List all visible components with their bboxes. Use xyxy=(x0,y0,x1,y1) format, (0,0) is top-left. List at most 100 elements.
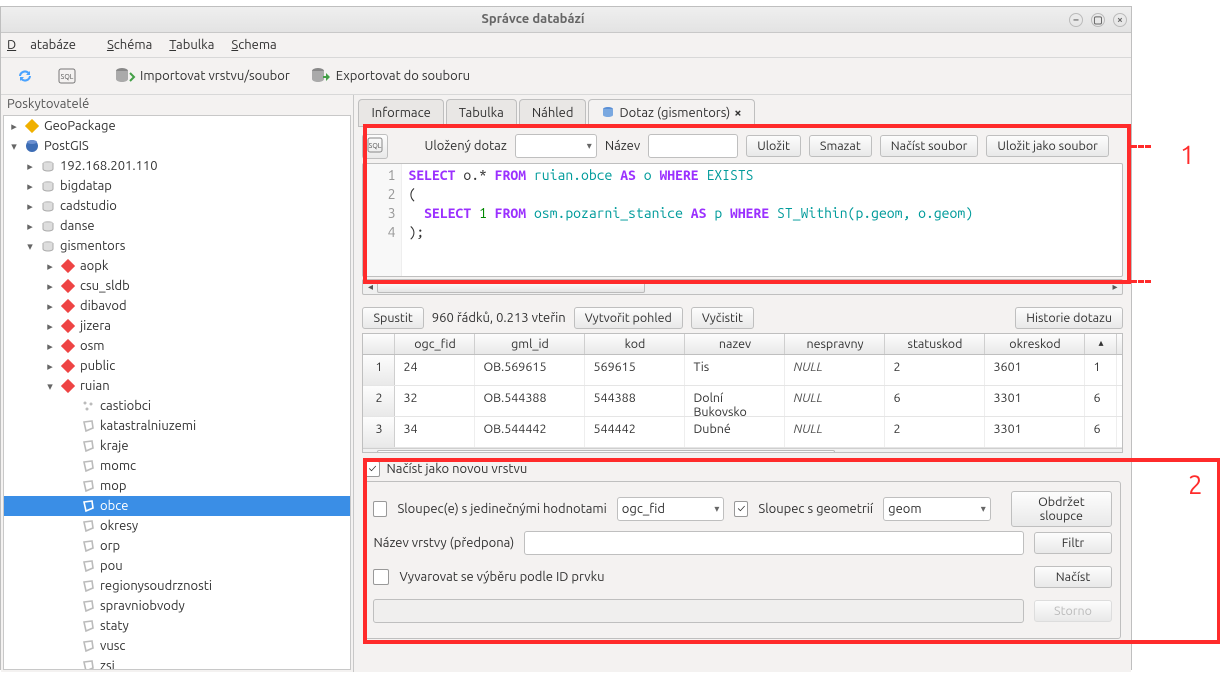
run-bar: Spustit 960 řádků, 0.213 vteřin Vytvořit… xyxy=(362,307,1123,329)
polygon-layer-icon xyxy=(80,458,96,474)
tree-schema-csu[interactable]: csu_sldb xyxy=(80,279,130,293)
menubar: Databáze Schéma Tabulka Schema xyxy=(1,33,1131,58)
tree-table-castiobci[interactable]: castiobci xyxy=(4,396,350,416)
execute-button[interactable]: Spustit xyxy=(362,307,423,329)
callout-label-1: 1 xyxy=(1180,140,1195,169)
history-button[interactable]: Historie dotazu xyxy=(1015,307,1123,329)
scroll-up-icon[interactable]: ▴ xyxy=(1085,334,1117,354)
callout-box-2 xyxy=(363,458,1220,644)
polygon-layer-icon xyxy=(80,498,96,514)
db-import-icon xyxy=(114,65,136,87)
grid-hscroll[interactable]: ◂▸ xyxy=(363,448,1122,453)
menu-database[interactable]: Databáze xyxy=(7,38,90,52)
tab-query[interactable]: Dotaz (gismentors) × xyxy=(588,99,754,126)
tree-table-vusc[interactable]: vusc xyxy=(4,636,350,656)
table-row[interactable]: 232OB.544388544388Dolní BukovskoNULL6330… xyxy=(363,386,1122,417)
polygon-layer-icon xyxy=(80,618,96,634)
grid-header: ogc_fid gml_id kod nazev nespravny statu… xyxy=(363,334,1122,355)
table-row[interactable]: 124OB.569615569615TisNULL236011 xyxy=(363,355,1122,386)
menu-schema2[interactable]: Schema xyxy=(231,38,276,52)
tree-table-katastralniuzemi[interactable]: katastralniuzemi xyxy=(4,416,350,436)
minimize-icon[interactable]: – xyxy=(1069,13,1083,27)
expand-icon[interactable]: ▾ xyxy=(8,140,20,153)
col-nespravny[interactable]: nespravny xyxy=(785,334,885,354)
db-icon xyxy=(40,178,56,194)
tree-schema-dibavod[interactable]: dibavod xyxy=(80,299,127,313)
tree-table-orp[interactable]: orp xyxy=(4,536,350,556)
col-nazev[interactable]: nazev xyxy=(685,334,785,354)
col-gml_id[interactable]: gml_id xyxy=(475,334,585,354)
col-ogc_fid[interactable]: ogc_fid xyxy=(395,334,475,354)
maximize-icon[interactable]: ▢ xyxy=(1091,13,1105,27)
refresh-icon xyxy=(14,65,36,87)
table-row[interactable]: 334OB.544442544442DubnéNULL233016 xyxy=(363,417,1122,448)
tree-host-danse[interactable]: danse xyxy=(60,219,95,233)
polygon-layer-icon xyxy=(80,658,96,670)
refresh-button[interactable] xyxy=(9,62,41,90)
tab-info[interactable]: Informace xyxy=(358,99,443,126)
polygon-layer-icon xyxy=(80,538,96,554)
polygon-layer-icon xyxy=(80,638,96,654)
polygon-layer-icon xyxy=(80,418,96,434)
tree-table-okresy[interactable]: okresy xyxy=(4,516,350,536)
tree-host-ip[interactable]: 192.168.201.110 xyxy=(60,159,158,173)
tree-table-momc[interactable]: momc xyxy=(4,456,350,476)
polygon-layer-icon xyxy=(80,478,96,494)
svg-text:SQL: SQL xyxy=(61,73,74,81)
sql-window-button[interactable]: SQL xyxy=(51,62,83,90)
tab-close-icon[interactable]: × xyxy=(734,106,741,120)
tree-table-regionysoudrznosti[interactable]: regionysoudrznosti xyxy=(4,576,350,596)
col-statuskod[interactable]: statuskod xyxy=(885,334,985,354)
tree-schema-osm[interactable]: osm xyxy=(80,339,104,353)
col-okreskod[interactable]: okreskod xyxy=(985,334,1085,354)
tree-table-staty[interactable]: staty xyxy=(4,616,350,636)
result-grid[interactable]: ogc_fid gml_id kod nazev nespravny statu… xyxy=(362,333,1123,453)
schema-icon xyxy=(60,338,76,354)
schema-icon xyxy=(60,358,76,374)
tree-table-mop[interactable]: mop xyxy=(4,476,350,496)
polygon-layer-icon xyxy=(80,558,96,574)
import-button[interactable]: Importovat vrstvu/soubor xyxy=(109,62,295,90)
sql-icon: SQL xyxy=(56,65,78,87)
col-kod[interactable]: kod xyxy=(585,334,685,354)
export-button[interactable]: Exportovat do souboru xyxy=(305,62,475,90)
db-icon xyxy=(40,158,56,174)
tree-host-gismentors[interactable]: gismentors xyxy=(60,239,125,253)
polygon-layer-icon xyxy=(80,438,96,454)
polygon-layer-icon xyxy=(80,518,96,534)
tree-table-spravniobvody[interactable]: spravniobvody xyxy=(4,596,350,616)
tree-geopackage[interactable]: GeoPackage xyxy=(44,119,116,133)
schema-icon xyxy=(60,278,76,294)
tree-table-obce[interactable]: obce xyxy=(4,496,350,516)
tree-schema-public[interactable]: public xyxy=(80,359,115,373)
tree-table-pou[interactable]: pou xyxy=(4,556,350,576)
expand-icon[interactable]: ▸ xyxy=(8,120,20,133)
create-view-button[interactable]: Vytvořit pohled xyxy=(574,307,683,329)
tree-schema-ruian[interactable]: ruian xyxy=(80,379,110,393)
tree-schema-aopk[interactable]: aopk xyxy=(80,259,108,273)
export-label: Exportovat do souboru xyxy=(336,69,470,83)
tree-host-cadstudio[interactable]: cadstudio xyxy=(60,199,117,213)
tree-table-kraje[interactable]: kraje xyxy=(4,436,350,456)
tree-postgis[interactable]: PostGIS xyxy=(44,139,89,153)
callout-dash-1b xyxy=(1131,280,1151,283)
import-label: Importovat vrstvu/soubor xyxy=(140,69,290,83)
tab-table[interactable]: Tabulka xyxy=(446,99,517,126)
providers-tree[interactable]: ▸GeoPackage ▾PostGIS ▸192.168.201.110 ▸b… xyxy=(3,115,351,670)
tab-strip: Informace Tabulka Náhled Dotaz (gismento… xyxy=(358,99,1127,127)
tree-host-bigdatap[interactable]: bigdatap xyxy=(60,179,112,193)
close-icon[interactable]: × xyxy=(1113,13,1127,27)
clear-button[interactable]: Vyčistit xyxy=(691,307,754,329)
tree-schema-jizera[interactable]: jizera xyxy=(80,319,111,333)
callout-dash-1a xyxy=(1131,145,1151,148)
titlebar: Správce databází – ▢ × xyxy=(1,7,1131,33)
menu-schema[interactable]: Schéma xyxy=(107,38,152,52)
schema-icon xyxy=(60,318,76,334)
left-pane: Poskytovatelé ▸GeoPackage ▾PostGIS ▸192.… xyxy=(1,95,354,672)
tab-preview[interactable]: Náhled xyxy=(519,99,587,126)
db-icon xyxy=(40,198,56,214)
geopackage-icon xyxy=(24,118,40,134)
menu-table[interactable]: Tabulka xyxy=(169,38,214,52)
schema-icon xyxy=(60,378,76,394)
tree-table-zsj[interactable]: zsj xyxy=(4,656,350,670)
